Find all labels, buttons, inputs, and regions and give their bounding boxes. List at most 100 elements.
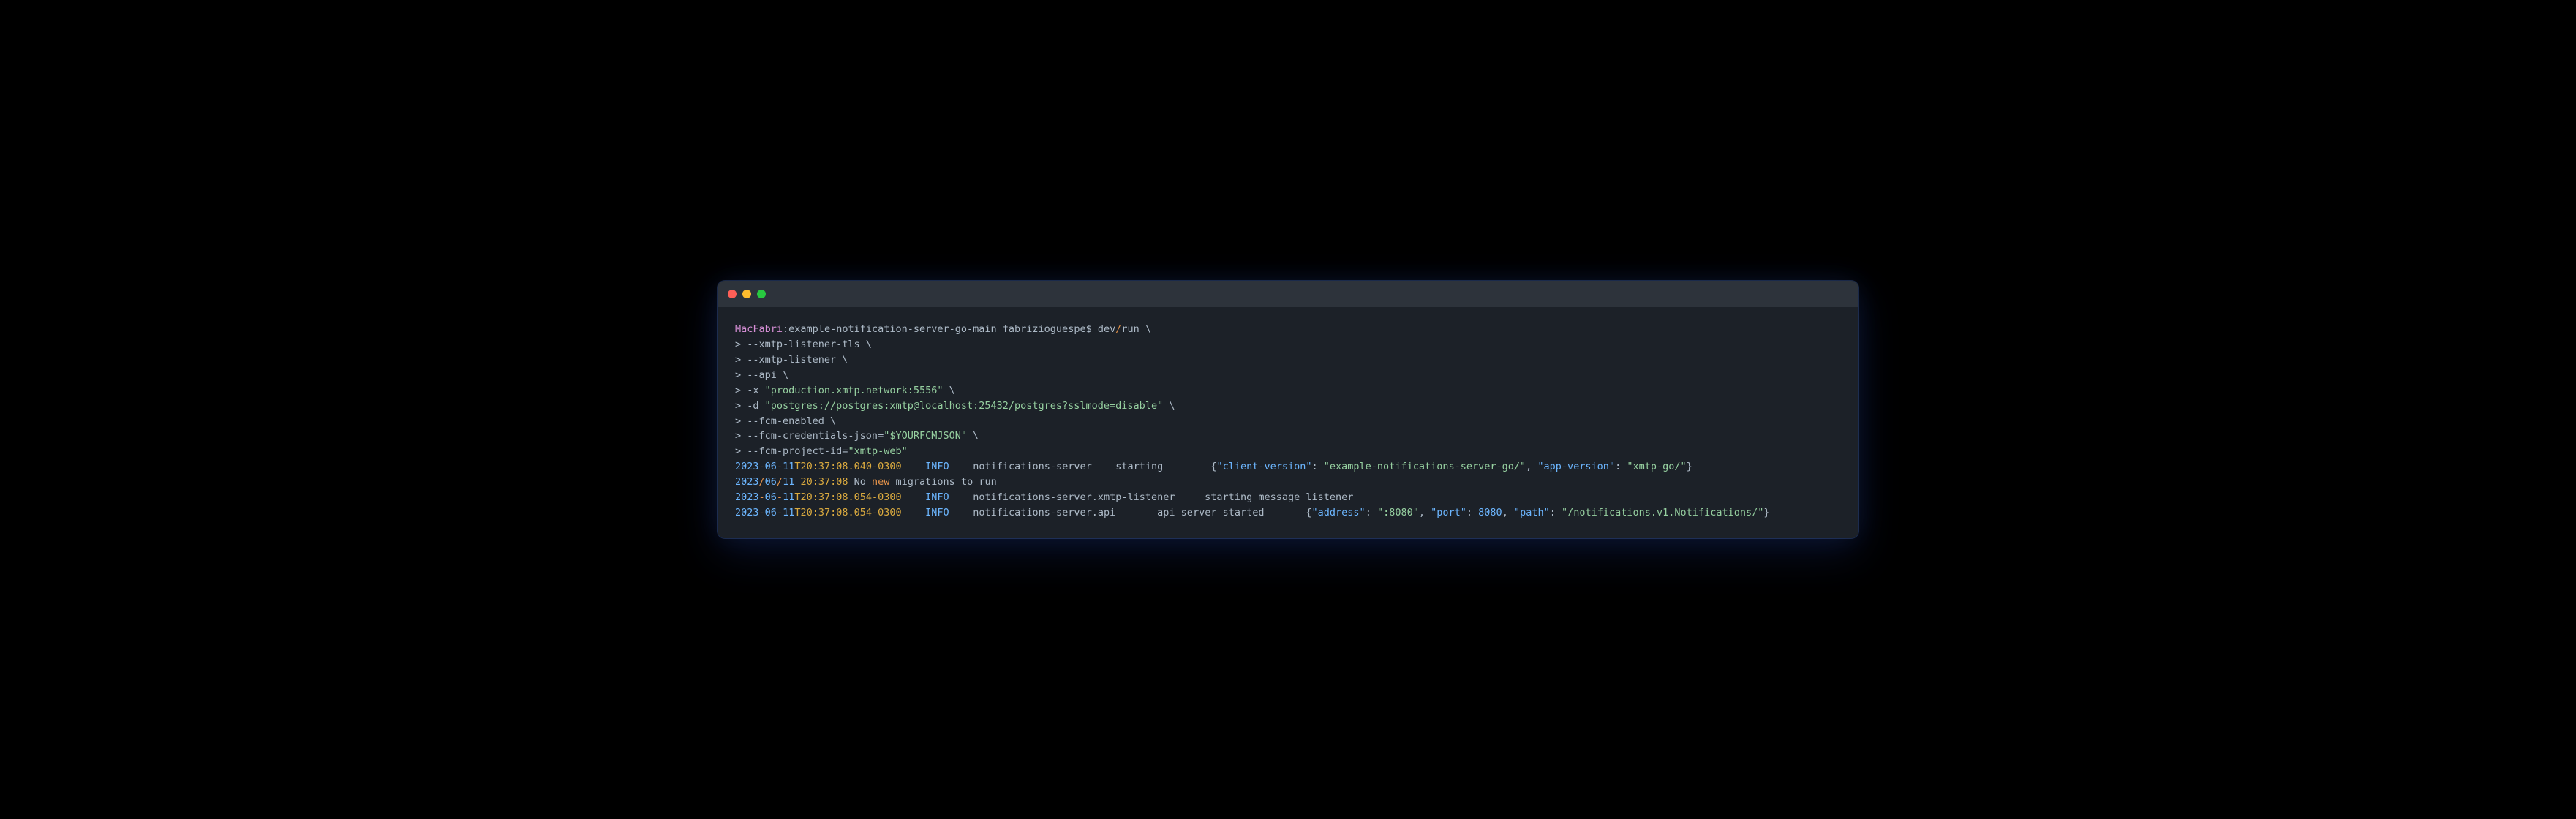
arg-line: > --fcm-enabled \ [735, 415, 836, 427]
log-time: T20:37:08.054-0300 [794, 507, 901, 518]
log-sep: - [759, 461, 765, 472]
close-icon[interactable] [728, 290, 737, 298]
arg-line: > --fcm-project-id="xmtp-web" [735, 445, 908, 457]
log-day: 11 [783, 461, 794, 472]
log-sep: - [759, 507, 765, 518]
log-day: 11 [783, 491, 794, 503]
arg-string: "xmtp-web" [848, 445, 907, 457]
log-year: 2023 [735, 507, 759, 518]
log-year: 2023 [735, 491, 759, 503]
json-colon: : [1466, 507, 1478, 518]
arg-line: > --fcm-credentials-json="$YOURFCMJSON" … [735, 430, 979, 442]
log-component: notifications-server.api [973, 507, 1115, 518]
log-time: T20:37:08.040-0300 [794, 461, 901, 472]
cmd-prefix: dev [1098, 323, 1115, 335]
arg-text: > --fcm-credentials-json= [735, 430, 884, 442]
json-key: "client-version" [1216, 461, 1311, 472]
log-level: INFO [925, 507, 949, 518]
log-month: 06 [765, 461, 777, 472]
gap [1175, 491, 1205, 503]
arg-suffix: \ [943, 385, 954, 396]
log-text: migrations to run [889, 476, 996, 488]
log-sep: - [777, 461, 783, 472]
json-key: "port" [1431, 507, 1466, 518]
log-message: starting [1115, 461, 1163, 472]
arg-text: > --xmtp-listener-tls \ [735, 339, 872, 350]
log-sep: / [759, 476, 765, 488]
json-colon: : [1615, 461, 1627, 472]
log-line: 2023-06-11T20:37:08.040-0300 INFO notifi… [735, 461, 1692, 472]
prompt-line: MacFabri:example-notification-server-go-… [735, 323, 1151, 335]
cmd-cont: \ [1140, 323, 1151, 335]
log-time: T20:37:08.054-0300 [794, 491, 901, 503]
arg-string: "$YOURFCMJSON" [884, 430, 967, 442]
json-close: } [1687, 461, 1692, 472]
gap [949, 507, 973, 518]
arg-line: > -x "production.xmtp.network:5556" \ [735, 385, 955, 396]
arg-text: > -d [735, 400, 765, 412]
json-colon: : [1366, 507, 1377, 518]
gap [949, 461, 973, 472]
arg-line: > --xmtp-listener-tls \ [735, 339, 872, 350]
titlebar [718, 281, 1858, 307]
maximize-icon[interactable] [757, 290, 766, 298]
log-year: 2023 [735, 476, 759, 488]
arg-line: > --api \ [735, 369, 788, 381]
prompt-dir: example-notification-server-go-main [788, 323, 996, 335]
arg-text: > --fcm-project-id= [735, 445, 848, 457]
log-sep: - [759, 491, 765, 503]
gap [1115, 507, 1157, 518]
gap [902, 461, 926, 472]
arg-line: > --xmtp-listener \ [735, 354, 848, 366]
log-component: notifications-server.xmtp-listener [973, 491, 1175, 503]
log-time: 20:37:08 [800, 476, 848, 488]
arg-suffix: \ [1163, 400, 1175, 412]
arg-text: > --fcm-enabled \ [735, 415, 836, 427]
json-colon: : [1550, 507, 1562, 518]
log-month: 06 [765, 507, 777, 518]
json-value: "xmtp-go/" [1627, 461, 1686, 472]
arg-text: > --api \ [735, 369, 788, 381]
gap [902, 491, 926, 503]
traffic-lights [728, 290, 766, 298]
gap [1264, 507, 1306, 518]
prompt-sep: : [783, 323, 788, 335]
json-value: "example-notifications-server-go/" [1324, 461, 1526, 472]
arg-suffix: \ [967, 430, 979, 442]
arg-line: > -d "postgres://postgres:xmtp@localhost… [735, 400, 1175, 412]
json-number: 8080 [1478, 507, 1502, 518]
log-line: 2023-06-11T20:37:08.054-0300 INFO notifi… [735, 507, 1769, 518]
json-close: } [1763, 507, 1769, 518]
log-month: 06 [765, 491, 777, 503]
log-sep: / [777, 476, 783, 488]
gap [902, 507, 926, 518]
log-keyword: new [872, 476, 889, 488]
json-colon: : [1312, 461, 1324, 472]
terminal-output[interactable]: MacFabri:example-notification-server-go-… [718, 307, 1858, 538]
json-key: "path" [1514, 507, 1550, 518]
log-sep: - [777, 491, 783, 503]
log-message: api server started [1157, 507, 1264, 518]
json-value: "/notifications.v1.Notifications/" [1562, 507, 1763, 518]
minimize-icon[interactable] [742, 290, 751, 298]
log-day: 11 [783, 507, 794, 518]
arg-string: "postgres://postgres:xmtp@localhost:2543… [765, 400, 1164, 412]
json-value: ":8080" [1377, 507, 1419, 518]
log-level: INFO [925, 491, 949, 503]
cmd-name: run [1121, 323, 1139, 335]
arg-text: > -x [735, 385, 765, 396]
log-year: 2023 [735, 461, 759, 472]
json-comma: , [1419, 507, 1431, 518]
log-text: No [848, 476, 873, 488]
gap [1163, 461, 1210, 472]
log-day: 11 [783, 476, 794, 488]
log-line: 2023-06-11T20:37:08.054-0300 INFO notifi… [735, 491, 1353, 503]
gap [949, 491, 973, 503]
log-component: notifications-server [973, 461, 1092, 472]
json-open: { [1306, 507, 1311, 518]
json-key: "app-version" [1537, 461, 1615, 472]
json-comma: , [1502, 507, 1514, 518]
arg-text: > --xmtp-listener \ [735, 354, 848, 366]
log-message: starting message listener [1205, 491, 1353, 503]
log-level: INFO [925, 461, 949, 472]
